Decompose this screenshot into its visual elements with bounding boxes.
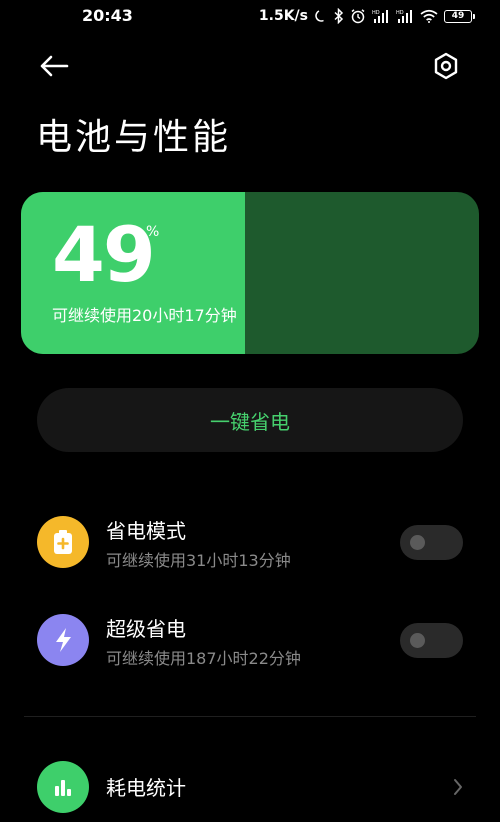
battery-percent-symbol: %: [146, 224, 160, 240]
ultra-power-saving-title: 超级省电: [106, 617, 186, 641]
battery-remaining-time: 可继续使用20小时17分钟: [52, 306, 237, 325]
svg-text:HD: HD: [396, 10, 404, 16]
page-title: 电池与性能: [36, 117, 232, 158]
back-button[interactable]: [36, 48, 72, 84]
ultra-power-saving-toggle[interactable]: [400, 623, 463, 658]
back-arrow-icon: [40, 55, 69, 77]
lightning-icon: [37, 614, 89, 666]
wifi-icon: [420, 9, 438, 23]
svg-text:HD: HD: [372, 10, 380, 16]
battery-percent-value: 49: [52, 210, 156, 299]
battery-plus-icon: [37, 516, 89, 568]
network-speed: 1.5K/s: [258, 8, 308, 24]
ultra-power-saving-subtitle: 可继续使用187小时22分钟: [106, 649, 301, 668]
moon-icon: [314, 9, 328, 23]
status-time: 20:43: [82, 6, 133, 25]
power-saving-mode-subtitle: 可继续使用31小时13分钟: [106, 551, 291, 570]
status-bar: 20:43 1.5K/s HD HD 49: [0, 0, 500, 34]
power-saving-mode-title: 省电模式: [106, 519, 186, 543]
one-tap-power-save-button[interactable]: 一键省电: [37, 388, 463, 452]
power-saving-mode-toggle[interactable]: [400, 525, 463, 560]
section-divider: [24, 716, 476, 717]
status-battery-level: 49: [451, 10, 465, 21]
alarm-icon: [350, 8, 366, 24]
signal-hd-icon-1: HD: [372, 9, 390, 24]
signal-hd-icon-2: HD: [396, 9, 414, 24]
ultra-power-saving-row[interactable]: 超级省电 可继续使用187小时22分钟: [0, 605, 500, 675]
status-icons: 1.5K/s HD HD 49: [258, 6, 475, 26]
power-saving-mode-row[interactable]: 省电模式 可继续使用31小时13分钟: [0, 507, 500, 577]
settings-button[interactable]: [426, 46, 466, 86]
toggle-knob: [410, 633, 425, 648]
battery-status-card[interactable]: 49 % 可继续使用20小时17分钟: [21, 192, 479, 354]
toggle-knob: [410, 535, 425, 550]
bluetooth-icon: [334, 8, 344, 24]
chevron-right-icon: [450, 776, 466, 798]
status-battery-icon: 49: [444, 9, 475, 23]
gear-icon: [434, 52, 458, 80]
power-usage-stats-title: 耗电统计: [106, 776, 186, 800]
power-usage-stats-row[interactable]: 耗电统计: [0, 752, 500, 822]
bar-chart-icon: [37, 761, 89, 813]
